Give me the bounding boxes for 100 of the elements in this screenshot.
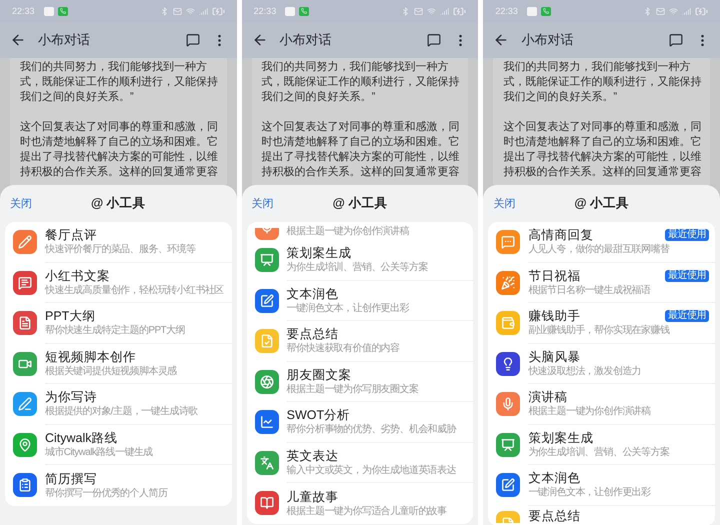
sheet-title: @ 小工具 (91, 195, 146, 212)
tool-list-item[interactable]: 要点总结 (488, 506, 716, 525)
tool-description: 一键润色文本，让创作更出彩 (286, 302, 410, 315)
message-text: 我们的共同努力，我们能够找到一种方式，既能保证工作的顺利进行，又能保持我们之间的良好关系。” (262, 60, 460, 105)
phone-icon (540, 6, 551, 16)
tool-description: 根据关键词提供短视频脚本灵感 (45, 364, 178, 378)
app-notification-icon (526, 6, 537, 16)
signal-icon (198, 6, 208, 16)
mail-icon (414, 6, 424, 16)
signal-icon (440, 6, 450, 16)
tool-list-item[interactable]: PPT大纲 帮你快速生成特定主题的PPT大纲 (5, 303, 232, 344)
tool-list-item[interactable]: 演讲稿 根据主题一键为你创作演讲稿 (488, 384, 716, 424)
tool-description: 根据主题一键为你创作演讲稿 (528, 405, 652, 418)
message-text: 这个回复表达了对同事的尊重和感激，同时也清楚地解释了自己的立场和困难。它提出了寻找替代解决方案的可能性，以维持积极的合作关系。这样的回复通常更容 (20, 120, 218, 180)
tool-description: 根据提供的对象/主题，一键生成诗歌 (45, 405, 199, 418)
tool-list-item[interactable]: 小红书文案 快速生成高质量创作，轻松玩转小红书社区 (5, 262, 232, 303)
wifi-icon (669, 6, 678, 16)
tool-description: 快速汲取想法，激发创造力 (528, 364, 642, 378)
chat-icon[interactable] (669, 33, 684, 47)
tool-name: 文本润色 (286, 286, 339, 302)
tool-list-item[interactable]: 文本润色 一键润色文本，让创作更出彩 (488, 465, 716, 506)
tool-name: 要点总结 (286, 326, 339, 342)
back-button[interactable] (252, 32, 268, 48)
phone-icon (58, 6, 68, 16)
mail-icon (172, 6, 182, 16)
tool-list-item[interactable]: 策划案生成 为你生成培训、营销、公关等方案 (246, 240, 474, 280)
tool-description: 为你生成培训、营销、公关等方案 (528, 446, 670, 459)
wifi-icon (427, 6, 436, 16)
tool-name: 头脑风暴 (528, 348, 580, 365)
app-notification-icon (44, 6, 54, 16)
tool-name: 儿童故事 (286, 488, 339, 505)
battery-icon (212, 4, 225, 18)
battery-icon (695, 4, 708, 18)
tool-name: Citywalk路线 (45, 430, 118, 446)
tool-description: 快速生成高质量创作，轻松玩转小红书社区 (45, 284, 225, 297)
tool-name: 高情商回复 (528, 227, 594, 244)
tool-description: 城市Citywalk路线一键生成 (45, 446, 154, 459)
tool-description: 为你生成培训、营销、公关等方案 (286, 261, 429, 274)
tool-description: 帮你分析事物的优势、劣势、机会和威胁 (286, 423, 458, 436)
bluetooth-icon (160, 6, 169, 16)
tool-list-item[interactable]: 策划案生成 为你生成培训、营销、公关等方案 (488, 424, 716, 465)
chat-icon[interactable] (186, 33, 200, 47)
tool-name: 策划案生成 (286, 245, 352, 262)
tool-list-item[interactable]: 儿童故事 根据主题一键为你写适合儿童听的故事 (246, 483, 474, 524)
close-link[interactable]: 关闭 (10, 196, 32, 211)
tool-list-item[interactable]: 为你写诗 根据提供的对象/主题，一键生成诗歌 (5, 384, 232, 424)
bluetooth-icon (643, 6, 652, 16)
tool-list-item[interactable]: Citywalk路线 城市Citywalk路线一键生成 (5, 424, 232, 465)
tool-list-item[interactable]: 文本润色 一键润色文本，让创作更出彩 (246, 280, 474, 321)
tool-list-item[interactable]: SWOT分析 帮你分析事物的优势、劣势、机会和威胁 (246, 402, 474, 442)
signal-icon (682, 6, 692, 16)
chat-icon[interactable] (427, 33, 442, 47)
tool-description: 输入中文或英文，为你生成地道英语表达 (286, 464, 457, 477)
tool-list-item[interactable]: 要点总结 帮你快速获取有价值的内容 (246, 321, 474, 362)
message-text: 我们的共同努力，我们能够找到一种方式，既能保证工作的顺利进行，又能保持我们之间的良好关系。” (20, 60, 218, 105)
tool-list-item[interactable]: 简历撰写 帮你撰写一份优秀的个人简历 (5, 465, 232, 506)
tool-name: SWOT分析 (286, 407, 350, 424)
tool-name: 短视频脚本创作 (45, 348, 136, 365)
tool-name: PPT大纲 (45, 308, 96, 324)
tool-name: 英文表达 (286, 448, 339, 464)
tool-name: 小红书文案 (45, 268, 110, 284)
page-title: 小布对话 (280, 31, 333, 49)
tool-list-item[interactable]: 朋友圈文案 根据主题一键为你写朋友圈文案 (246, 362, 474, 402)
tool-description: 快速评价餐厅的菜品、服务、环境等 (45, 243, 196, 256)
tool-name: 演讲稿 (528, 389, 568, 406)
app-notification-icon (285, 6, 296, 16)
tool-description: 帮你快速生成特定主题的PPT大纲 (45, 324, 186, 338)
tool-list-item[interactable]: 高情商回复 最近使用 人见人夸，做你的最甜互联网嘴替 (488, 222, 716, 262)
tool-name: 简历撰写 (45, 470, 97, 487)
tool-list-item[interactable]: 英文表达 输入中文或英文，为你生成地道英语表达 (246, 442, 474, 483)
bluetooth-icon (401, 6, 410, 16)
message-text: 这个回复表达了对同事的尊重和感激，同时也清楚地解释了自己的立场和困难。它提出了寻找替代解决方案的可能性，以维持积极的合作关系。这样的回复通常更容 (262, 120, 460, 180)
back-button[interactable] (10, 32, 26, 48)
recent-badge: 最近使用 (665, 229, 710, 242)
tool-list-item[interactable]: 节日祝福 最近使用 根据节日名称一键生成祝福语 (488, 262, 716, 303)
tool-description: 一键润色文本，让创作更出彩 (528, 486, 652, 500)
close-link[interactable]: 关闭 (493, 196, 516, 211)
sheet-title: @ 小工具 (332, 195, 388, 212)
sheet-title: @ 小工具 (574, 195, 629, 212)
tool-description: 根据主题一键为你写朋友圈文案 (286, 382, 420, 396)
close-link[interactable]: 关闭 (252, 196, 274, 211)
tool-list-item[interactable]: 头脑风暴 快速汲取想法，激发创造力 (488, 344, 716, 384)
tool-name: 朋友圈文案 (286, 366, 352, 383)
tool-list-item[interactable]: 短视频脚本创作 根据关键词提供短视频脚本灵感 (5, 344, 232, 384)
tool-name: 赚钱助手 (528, 308, 580, 324)
tool-description: 根据主题一键为你写适合儿童听的故事 (286, 504, 448, 518)
message-text: 这个回复表达了对同事的尊重和感激，同时也清楚地解释了自己的立场和困难。它提出了寻找替代解决方案的可能性，以维持积极的合作关系。这样的回复通常更容 (503, 120, 702, 180)
recent-badge: 最近使用 (665, 270, 710, 282)
tool-description: 帮你撰写一份优秀的个人简历 (45, 486, 168, 500)
mail-icon (656, 6, 666, 16)
tool-name: 策划案生成 (528, 430, 594, 446)
page-title: 小布对话 (38, 31, 91, 49)
battery-icon (453, 4, 466, 18)
tool-name: 节日祝福 (528, 268, 580, 284)
recent-badge: 最近使用 (665, 310, 710, 322)
tool-list-item[interactable]: 赚钱助手 最近使用 副业赚钱助手，帮你实现在家赚钱 (488, 303, 716, 344)
page-title: 小布对话 (521, 31, 574, 49)
phone-icon (299, 6, 310, 16)
tool-list-item[interactable]: 餐厅点评 快速评价餐厅的菜品、服务、环境等 (5, 222, 232, 262)
tool-description: 根据主题一键为你创作演讲稿 (286, 224, 410, 238)
